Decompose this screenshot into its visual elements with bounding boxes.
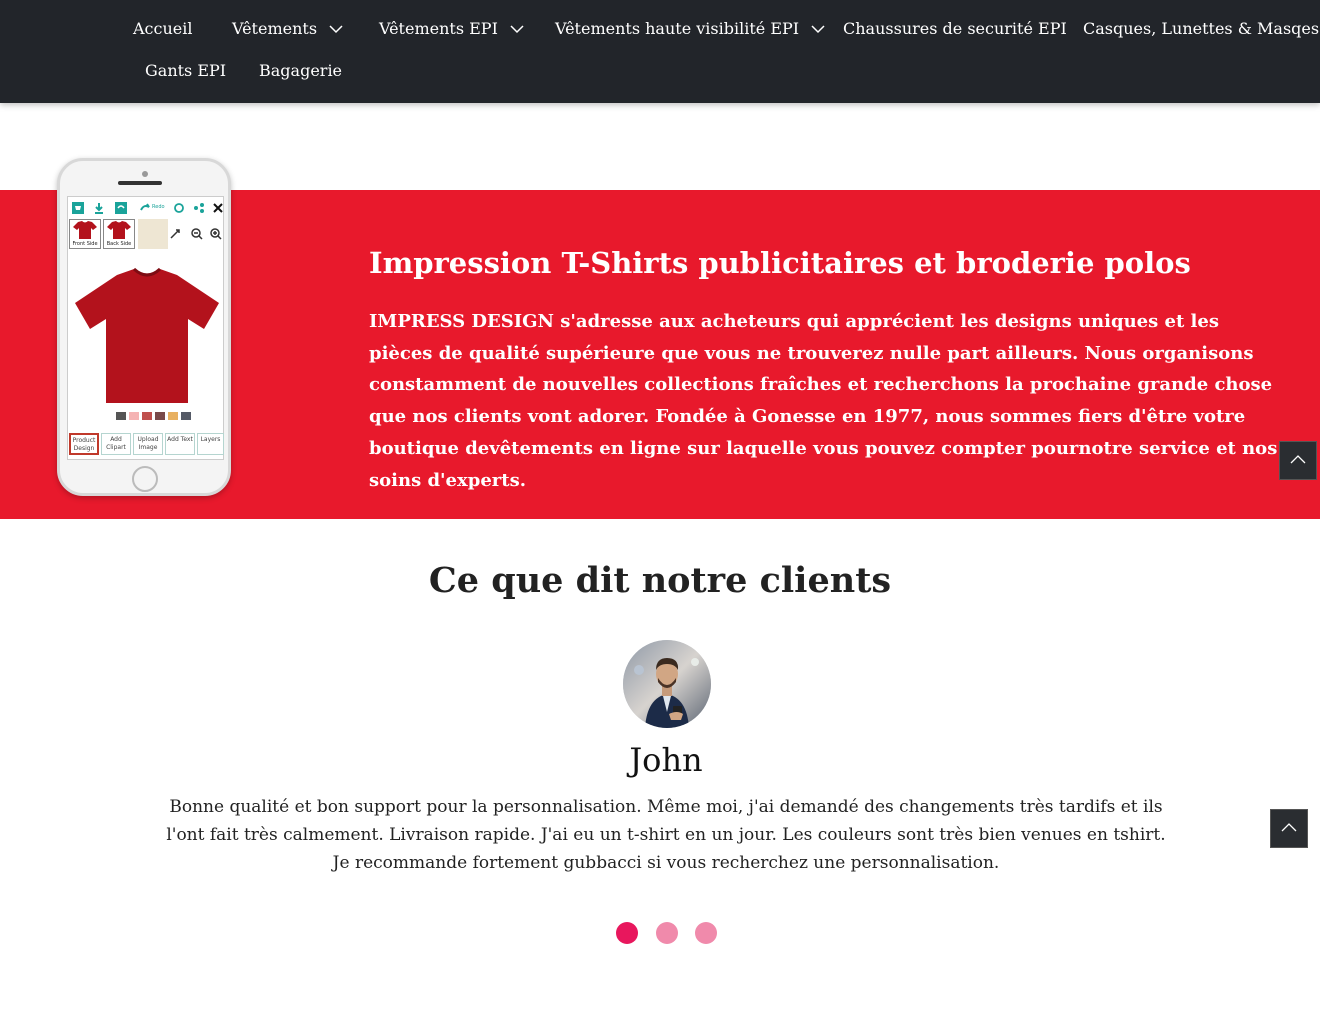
front-side-thumbnail: Front Side [69,219,101,249]
chevron-down-icon [811,25,825,34]
carousel-dot-2[interactable] [656,922,678,944]
carousel-dot-1[interactable] [616,922,638,944]
nav-label: Accueil [133,19,193,38]
chevron-down-icon [329,25,343,34]
redo-icon [140,203,150,211]
layers-button[interactable]: Layers [197,433,224,455]
color-swatch[interactable] [142,412,152,420]
phone-mockup-image: Redo Front Side Back Side Product Design… [57,158,231,496]
zoom-out-icon [191,228,203,240]
back-side-thumbnail: Back Side [103,219,135,249]
close-icon [213,203,223,213]
banner-description: IMPRESS DESIGN s'adresse aux acheteurs q… [369,311,1278,491]
share-icon [194,203,204,213]
nav-item-bagagerie[interactable]: Bagagerie [259,59,342,83]
cart-icon [72,202,84,214]
redo-label: Redo [152,204,165,210]
testimonials-title: Ce que dit notre clients [428,560,892,601]
phone-home-button [132,466,158,492]
nav-label: Vêtements [232,19,318,38]
nav-label: Casques, Lunettes & Masqes EPI [1083,19,1320,38]
thumbnail-placeholder [138,219,168,249]
tshirt-designer-screen: Redo Front Side Back Side Product Design… [67,196,224,460]
nav-label: Vêtements haute visibilité EPI [555,19,800,38]
color-swatch[interactable] [129,412,139,420]
chevron-up-icon [1281,823,1297,832]
add-clipart-button[interactable]: Add Clipart [101,433,131,455]
nav-label: Vêtements EPI [379,19,498,38]
nav-item-vetements[interactable]: Vêtements [232,17,343,41]
chevron-up-icon [1290,455,1306,464]
nav-item-gants[interactable]: Gants EPI [145,59,226,83]
undo-icon [115,202,127,214]
chevron-down-icon [510,25,524,34]
tshirt-preview-image [75,267,219,403]
main-navigation: Accueil Vêtements Vêtements EPI Vêtement… [0,0,1320,103]
upload-image-button[interactable]: Upload Image [133,433,163,455]
front-side-label: Front Side [72,241,98,247]
nav-item-accueil[interactable]: Accueil [133,17,192,41]
back-side-label: Back Side [106,241,132,247]
nav-item-haute-visibilite[interactable]: Vêtements haute visibilité EPI [555,17,825,41]
phone-speaker [118,181,162,185]
nav-item-chaussures[interactable]: Chaussures de securité EPI [843,17,1067,41]
client-review-text: Bonne qualité et bon support pour la per… [166,797,1166,873]
product-design-button[interactable]: Product Design [69,433,99,455]
banner-title: Impression T-Shirts publicitaires et bro… [369,246,1191,280]
reset-icon [174,203,184,213]
nav-label: Bagagerie [259,61,343,80]
carousel-dot-3[interactable] [695,922,717,944]
scroll-to-top-button[interactable] [1279,441,1317,480]
color-swatch[interactable] [181,412,191,420]
color-swatch[interactable] [155,412,165,420]
zoom-in-icon [210,228,222,240]
color-swatch[interactable] [116,412,126,420]
nav-item-casques[interactable]: Casques, Lunettes & Masqes EPI [1083,17,1320,41]
client-name: John [629,741,703,779]
nav-label: Gants EPI [145,61,227,80]
phone-camera [142,171,148,177]
fit-icon [170,229,180,239]
scroll-to-top-button[interactable] [1270,809,1308,848]
nav-label: Chaussures de securité EPI [843,19,1067,38]
client-avatar [623,640,711,728]
download-icon [95,203,103,214]
add-text-button[interactable]: Add Text [165,433,195,455]
color-swatch[interactable] [168,412,178,420]
nav-item-vetements-epi[interactable]: Vêtements EPI [379,17,524,41]
